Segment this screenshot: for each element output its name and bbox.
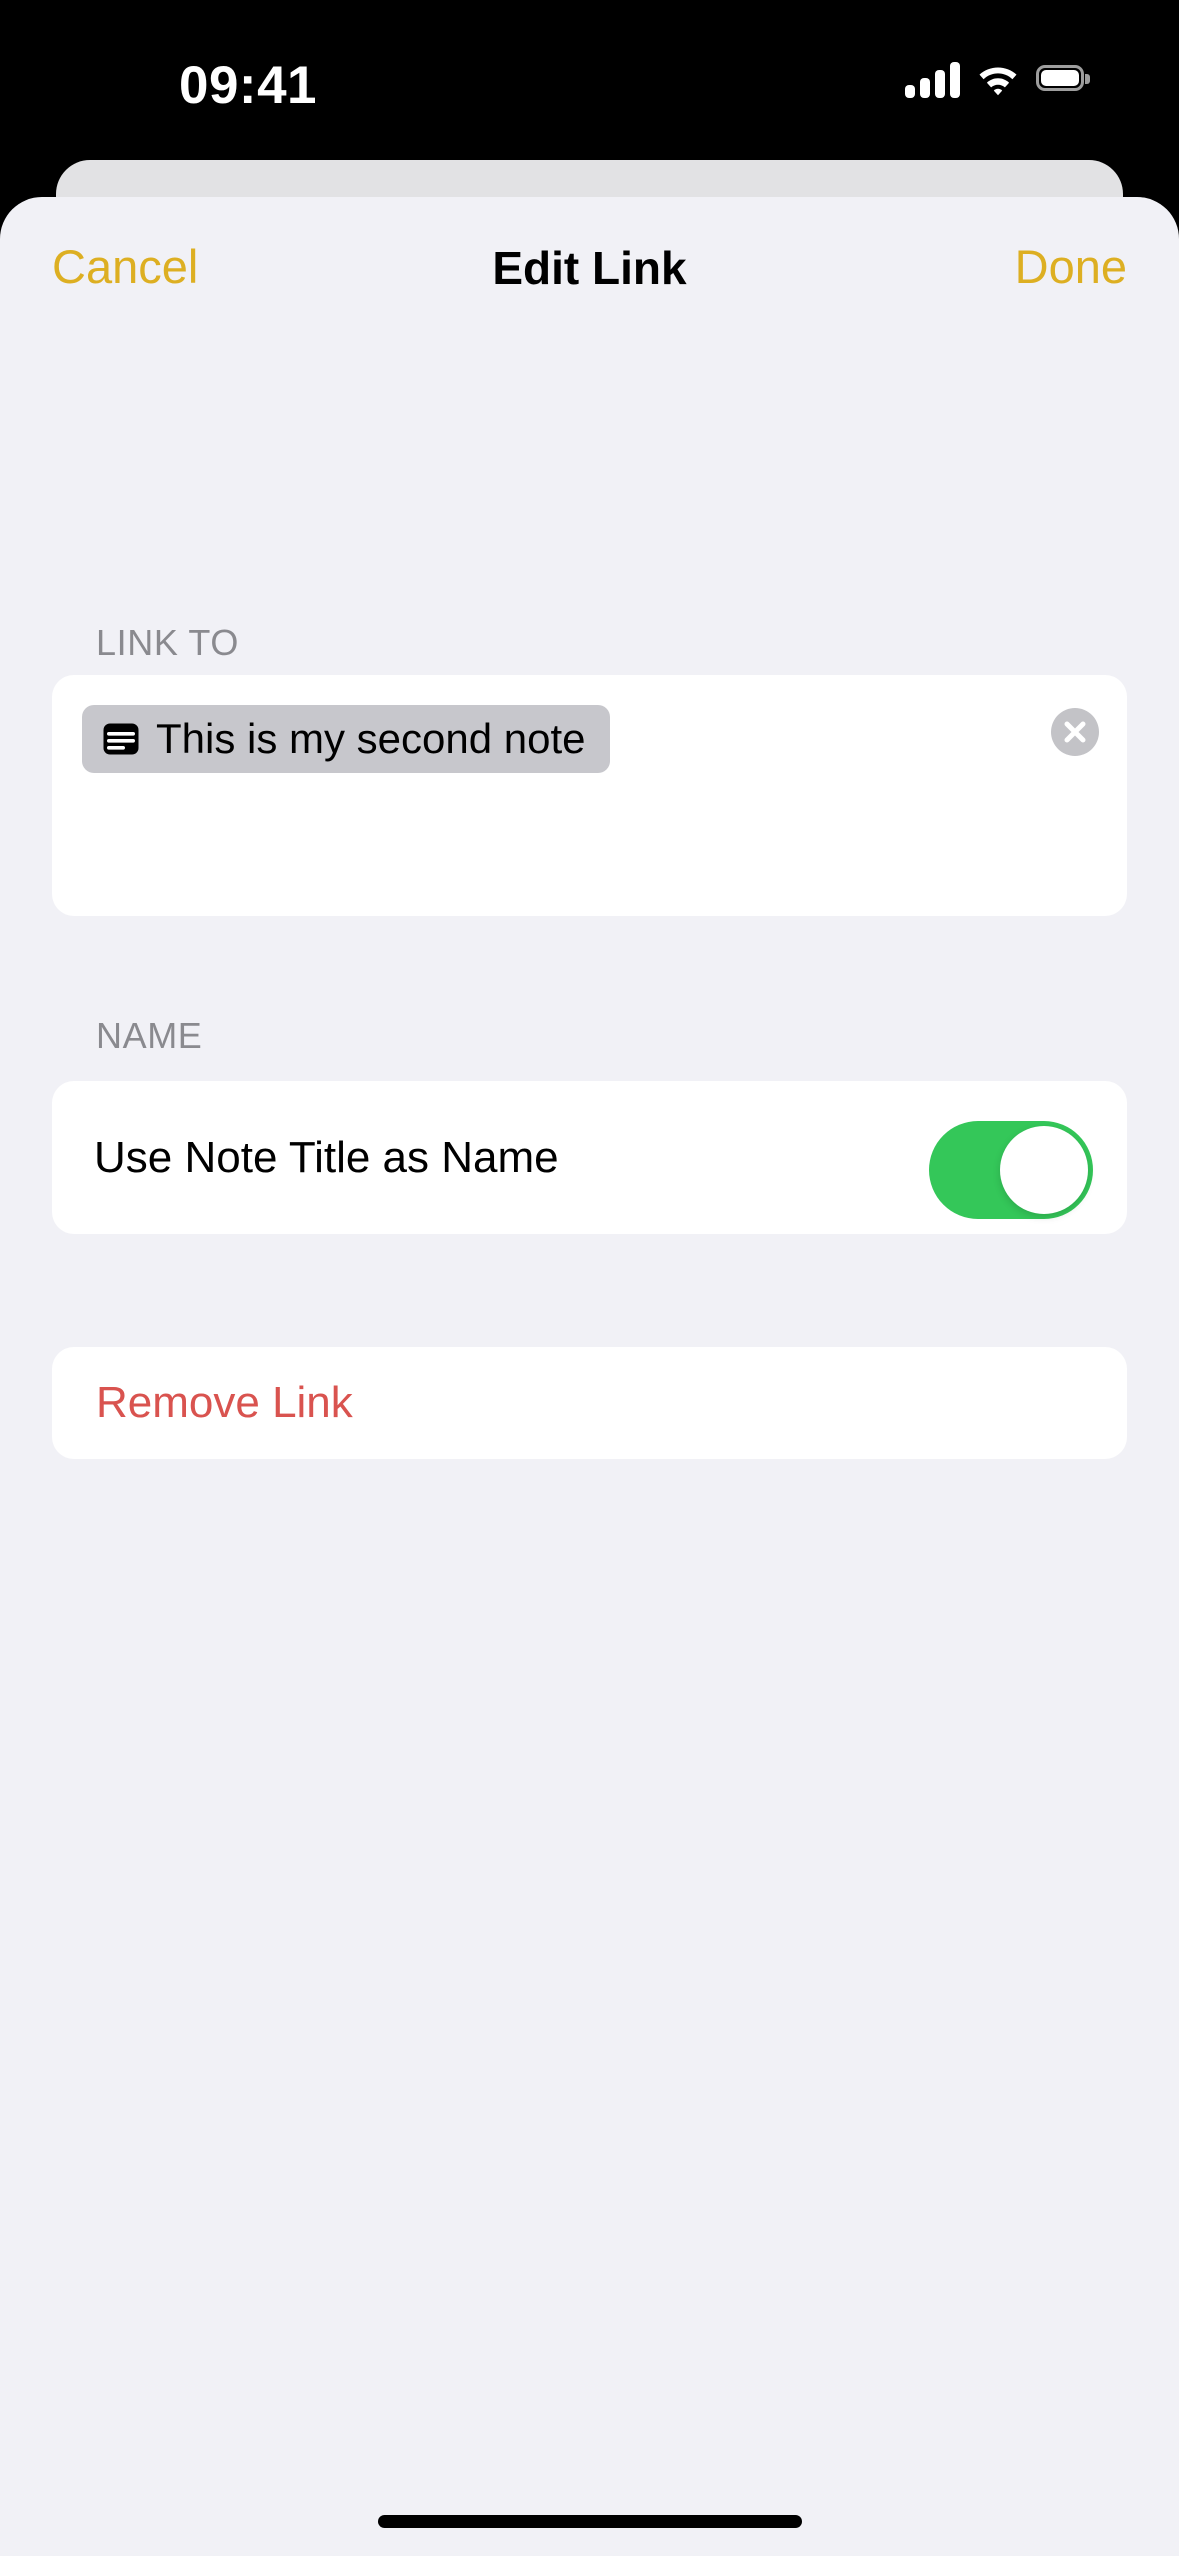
remove-link-card[interactable]: Remove Link [52,1347,1127,1459]
iphone-screen: 09:41 Cancel Edit Link Done LINK TO This… [0,0,1179,2556]
link-to-section-header: LINK TO [96,622,239,663]
remove-link-button[interactable]: Remove Link [96,1377,353,1429]
name-settings-card: Use Note Title as Name [52,1081,1127,1234]
clear-circle-icon[interactable] [1051,708,1099,756]
battery-full-icon [1036,65,1091,95]
navigation-bar: Cancel Edit Link Done [0,197,1179,325]
note-token-label: This is my second note [156,715,586,762]
note-token-chip[interactable]: This is my second note [82,705,610,773]
note-text-icon [102,720,140,758]
link-to-field-card[interactable]: This is my second note [52,675,1127,916]
wifi-icon [976,63,1020,97]
toggle-knob [1000,1126,1088,1214]
use-note-title-toggle[interactable] [929,1121,1093,1219]
edit-link-sheet: Cancel Edit Link Done LINK TO This is my… [0,197,1179,2556]
use-note-title-label: Use Note Title as Name [94,1133,559,1182]
name-section-header: NAME [96,1015,203,1056]
home-indicator[interactable] [377,2515,802,2528]
status-bar: 09:41 [0,0,1179,160]
status-bar-time: 09:41 [178,56,318,115]
page-title: Edit Link [492,242,687,294]
cellular-signal-icon [905,62,960,98]
status-bar-icons [905,62,1091,98]
done-button[interactable]: Done [1015,239,1127,295]
